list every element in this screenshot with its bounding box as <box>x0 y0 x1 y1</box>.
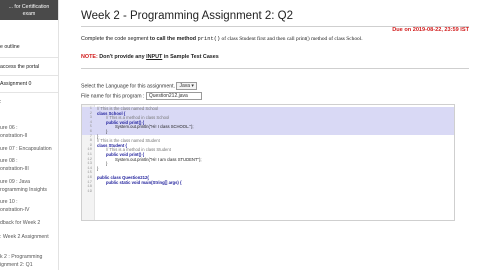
sidebar-header-line-2: exam <box>22 11 36 17</box>
instruction-rest: of class Student first and then call pri… <box>220 36 363 42</box>
sidebar-divider <box>0 57 58 58</box>
sidebar-item[interactable]: dback for Week 2 <box>0 220 40 227</box>
sidebar-item[interactable]: onstration-IV <box>0 207 29 214</box>
sidebar-item[interactable]: ignment 2: Q1 <box>0 262 33 269</box>
code-editor[interactable]: 1// This is the class named School 2 class… <box>81 104 455 221</box>
sidebar-item[interactable]: ure 10 : <box>0 199 18 206</box>
language-row: Select the Language for this assignment.… <box>81 82 197 90</box>
course-sidebar: ... for Certification exam e outline acce… <box>0 0 59 270</box>
main-content: Week 2 - Programming Assignment 2: Q2 Du… <box>58 0 480 270</box>
language-select[interactable]: Java ▾ <box>176 82 197 90</box>
sidebar-item[interactable]: ure 08 : <box>0 158 18 165</box>
sidebar-item[interactable]: : Week 2 Assignment <box>0 234 49 241</box>
page-title: Week 2 - Programming Assignment 2: Q2 <box>81 10 293 22</box>
sidebar-item[interactable]: ure 06 : <box>0 125 18 132</box>
note: NOTE: Don't provide any INPUT in Sample … <box>81 54 219 60</box>
instruction-text: Complete the code segment <box>81 36 150 42</box>
sidebar-item[interactable]: ure 07 : Encapsulation <box>0 146 52 153</box>
sidebar-item[interactable]: k 2 : Programming <box>0 254 42 261</box>
instruction-code: print() <box>197 36 221 42</box>
filename-row: File name for this program : Question212… <box>81 92 202 100</box>
code-line[interactable]: 19 <box>82 190 454 195</box>
language-value: Java <box>179 83 191 89</box>
note-input-word: INPUT <box>146 54 163 60</box>
sidebar-header-line-1: ... for Certification <box>8 4 50 10</box>
sidebar-item[interactable]: onstration-II <box>0 133 27 140</box>
filename-field[interactable]: Question212.java <box>145 92 202 100</box>
note-text-end: in Sample Test Cases <box>162 54 219 60</box>
sidebar-divider <box>0 92 58 93</box>
filename-label: File name for this program : <box>81 93 145 100</box>
sidebar-item[interactable]: : <box>0 99 1 106</box>
note-text: Don't provide any <box>97 54 147 60</box>
sidebar-item[interactable]: e outline <box>0 44 20 51</box>
sidebar-header[interactable]: ... for Certification exam <box>0 0 58 20</box>
sidebar-item[interactable]: rogramming Insights <box>0 187 47 194</box>
sidebar-divider <box>0 75 58 76</box>
chevron-down-icon: ▾ <box>191 83 194 89</box>
instruction-bold: to call the method <box>149 36 197 42</box>
note-label: NOTE: <box>81 54 98 60</box>
sidebar-item[interactable]: Assignment 0 <box>0 81 31 88</box>
line-number: 19 <box>87 189 92 194</box>
sidebar-item[interactable]: access the portal <box>0 64 39 71</box>
instructions: Complete the code segment to call the me… <box>81 36 363 42</box>
due-date: Due on 2019-08-22, 23:59 IST <box>392 27 469 33</box>
sidebar-item[interactable]: onstration-III <box>0 166 29 173</box>
language-label: Select the Language for this assignment. <box>81 83 176 90</box>
sidebar-item[interactable]: ure 09 : Java <box>0 179 30 186</box>
section-divider <box>81 68 469 69</box>
